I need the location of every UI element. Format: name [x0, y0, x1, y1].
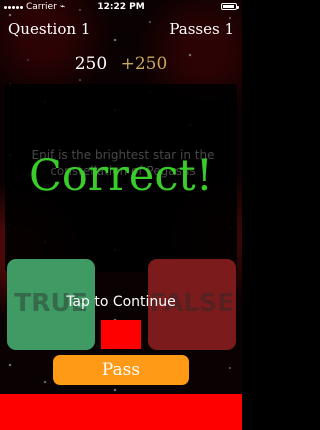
battery-icon: [221, 3, 239, 10]
correct-result: Correct!: [29, 151, 213, 201]
center-red-block: [101, 320, 141, 349]
continue-prompt[interactable]: Tap to Continue: [0, 293, 242, 311]
status-time: 12:22 PM: [97, 2, 145, 12]
question-label: Question 1: [8, 20, 91, 38]
passes-label: Passes 1: [169, 20, 234, 38]
game-screen: Carrier ⌁ 12:22 PM Question 1 Passes 1 2…: [0, 0, 242, 430]
battery-fill: [223, 5, 234, 8]
score-row: 250 +250: [0, 50, 242, 78]
bottom-red-bar: [0, 394, 242, 430]
status-bar: Carrier ⌁ 12:22 PM: [0, 0, 242, 14]
pass-button[interactable]: Pass: [53, 355, 189, 385]
score-value: 250: [74, 54, 108, 74]
score-bonus: +250: [120, 54, 168, 74]
